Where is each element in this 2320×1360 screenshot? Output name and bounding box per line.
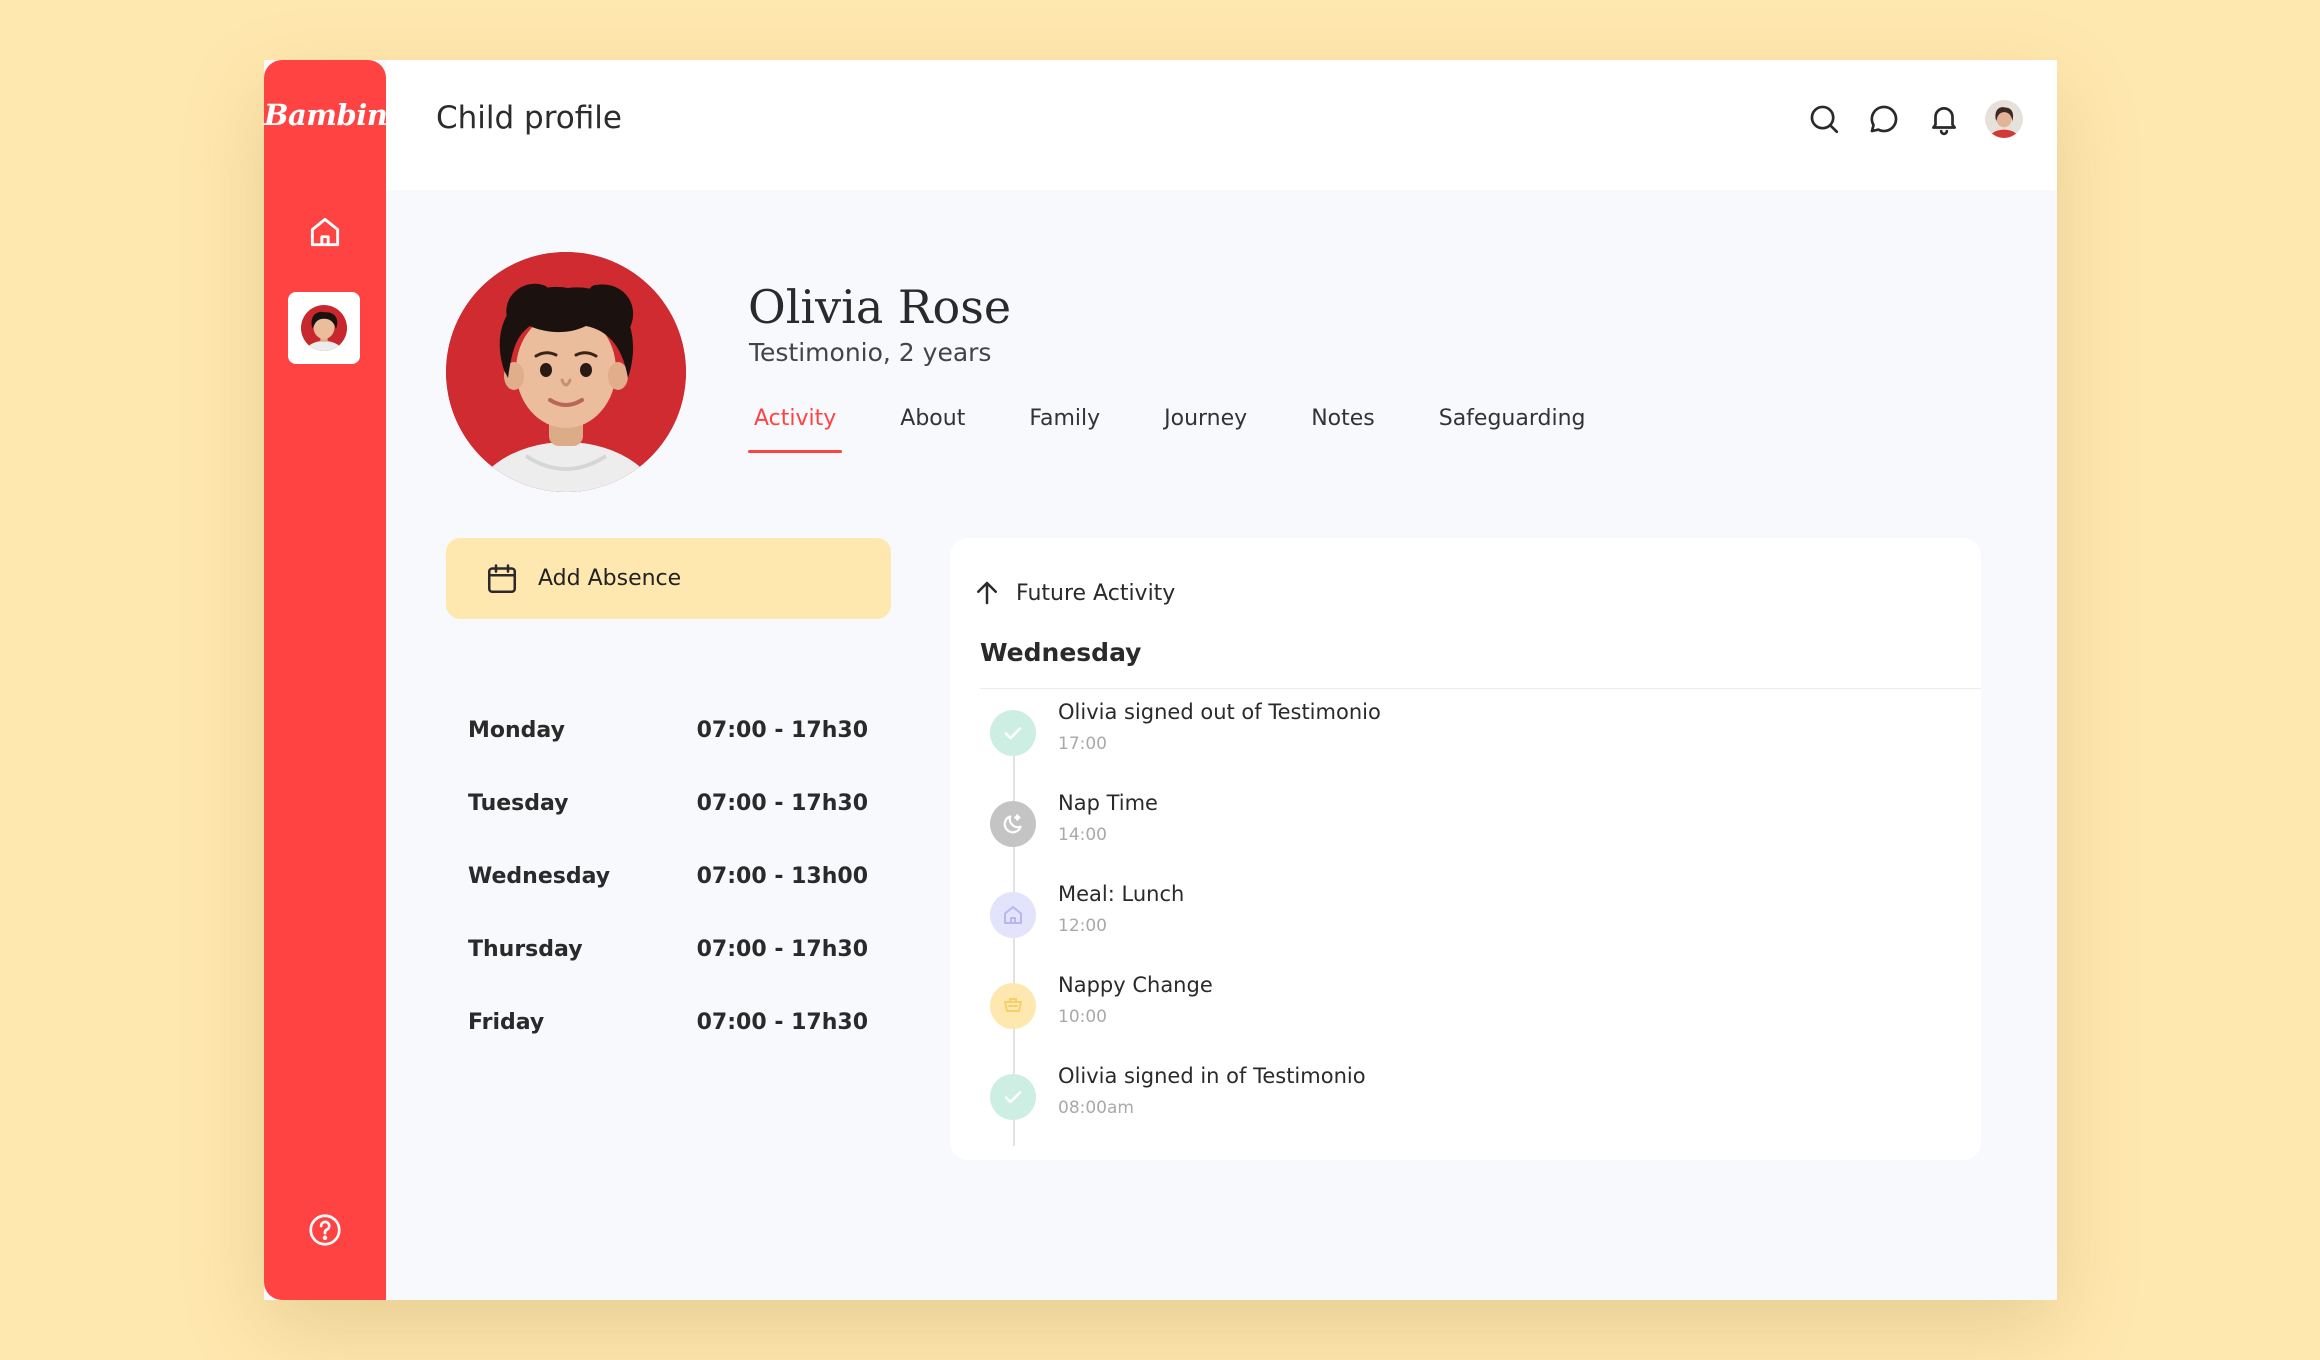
event-time: 14:00 — [1058, 825, 1107, 845]
search-icon[interactable] — [1805, 100, 1843, 138]
check-icon — [990, 1074, 1036, 1120]
timeline-event[interactable]: Olivia signed in of Testimonio 08:00am — [990, 1064, 1890, 1124]
future-activity-header[interactable]: Future Activity — [972, 578, 1175, 608]
schedule-day: Tuesday — [468, 791, 569, 816]
tab-family[interactable]: Family — [1023, 406, 1106, 453]
top-bar: Child profile — [386, 60, 2057, 190]
brand-logo: Bambin — [264, 98, 388, 132]
event-time: 08:00am — [1058, 1098, 1134, 1118]
calendar-icon — [487, 563, 517, 593]
home-icon[interactable] — [306, 213, 344, 251]
meal-icon — [990, 892, 1036, 938]
activity-day: Wednesday — [980, 638, 1142, 667]
schedule-row: Friday 07:00 - 17h30 — [468, 1010, 868, 1083]
child-avatar-small — [301, 305, 347, 351]
tab-journey[interactable]: Journey — [1158, 406, 1253, 453]
activity-card: Future Activity Wednesday Olivia signed … — [950, 538, 1981, 1160]
app-window: Bambin Child profile Olivia Rose Testimo… — [264, 60, 2057, 1300]
user-avatar[interactable] — [1985, 100, 2023, 138]
timeline-event[interactable]: Nap Time 14:00 — [990, 791, 1890, 851]
weekly-schedule: Monday 07:00 - 17h30 Tuesday 07:00 - 17h… — [468, 718, 868, 1083]
moon-icon — [990, 801, 1036, 847]
child-avatar — [446, 252, 686, 492]
event-time: 12:00 — [1058, 916, 1107, 936]
schedule-day: Thursday — [468, 937, 583, 962]
schedule-row: Wednesday 07:00 - 13h00 — [468, 864, 868, 937]
sidebar: Bambin — [264, 60, 388, 1300]
add-absence-label: Add Absence — [538, 566, 682, 591]
timeline-event[interactable]: Meal: Lunch 12:00 — [990, 882, 1890, 942]
check-icon — [990, 710, 1036, 756]
schedule-hours: 07:00 - 17h30 — [696, 791, 868, 816]
page-title: Child profile — [436, 100, 622, 136]
schedule-hours: 07:00 - 17h30 — [696, 718, 868, 743]
schedule-day: Monday — [468, 718, 565, 743]
schedule-row: Thursday 07:00 - 17h30 — [468, 937, 868, 1010]
event-title: Olivia signed out of Testimonio — [1058, 700, 1381, 724]
chat-icon[interactable] — [1865, 100, 1903, 138]
event-title: Olivia signed in of Testimonio — [1058, 1064, 1366, 1088]
future-activity-label: Future Activity — [1016, 580, 1176, 606]
event-title: Meal: Lunch — [1058, 882, 1185, 906]
top-actions — [1805, 100, 2023, 138]
tab-safeguarding[interactable]: Safeguarding — [1433, 406, 1592, 453]
schedule-hours: 07:00 - 17h30 — [696, 937, 868, 962]
schedule-row: Tuesday 07:00 - 17h30 — [468, 791, 868, 864]
nappy-icon — [990, 983, 1036, 1029]
tab-about[interactable]: About — [894, 406, 971, 453]
event-title: Nappy Change — [1058, 973, 1213, 997]
schedule-hours: 07:00 - 13h00 — [696, 864, 868, 889]
event-time: 17:00 — [1058, 734, 1107, 754]
add-absence-button[interactable]: Add Absence — [446, 538, 891, 619]
schedule-row: Monday 07:00 - 17h30 — [468, 718, 868, 791]
schedule-hours: 07:00 - 17h30 — [696, 1010, 868, 1035]
child-name: Olivia Rose — [748, 280, 1012, 334]
profile-tabs: Activity About Family Journey Notes Safe… — [748, 406, 1644, 453]
tab-notes[interactable]: Notes — [1305, 406, 1381, 453]
help-icon[interactable] — [307, 1212, 343, 1248]
child-subtitle: Testimonio, 2 years — [749, 338, 992, 367]
timeline-event[interactable]: Nappy Change 10:00 — [990, 973, 1890, 1033]
bell-icon[interactable] — [1925, 100, 1963, 138]
sidebar-item-child-profile[interactable] — [288, 292, 360, 364]
timeline-event[interactable]: Olivia signed out of Testimonio 17:00 — [990, 700, 1890, 760]
schedule-day: Wednesday — [468, 864, 611, 889]
schedule-day: Friday — [468, 1010, 545, 1035]
event-title: Nap Time — [1058, 791, 1158, 815]
arrow-up-icon — [977, 581, 997, 605]
tab-activity[interactable]: Activity — [748, 406, 843, 453]
event-time: 10:00 — [1058, 1007, 1107, 1027]
divider — [980, 688, 1981, 689]
